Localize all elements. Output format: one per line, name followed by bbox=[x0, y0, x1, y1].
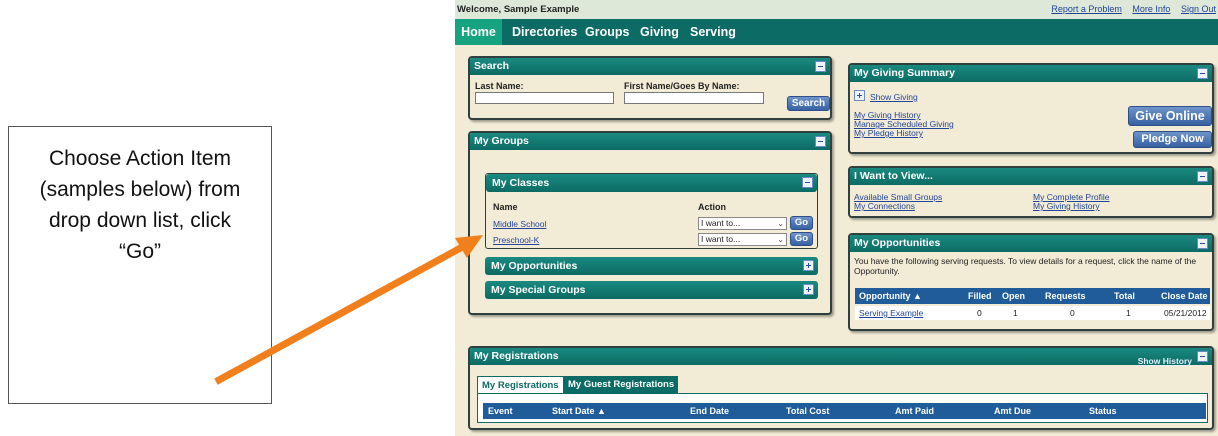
pointer-arrow bbox=[214, 235, 483, 385]
arrow-shaft bbox=[214, 240, 471, 385]
